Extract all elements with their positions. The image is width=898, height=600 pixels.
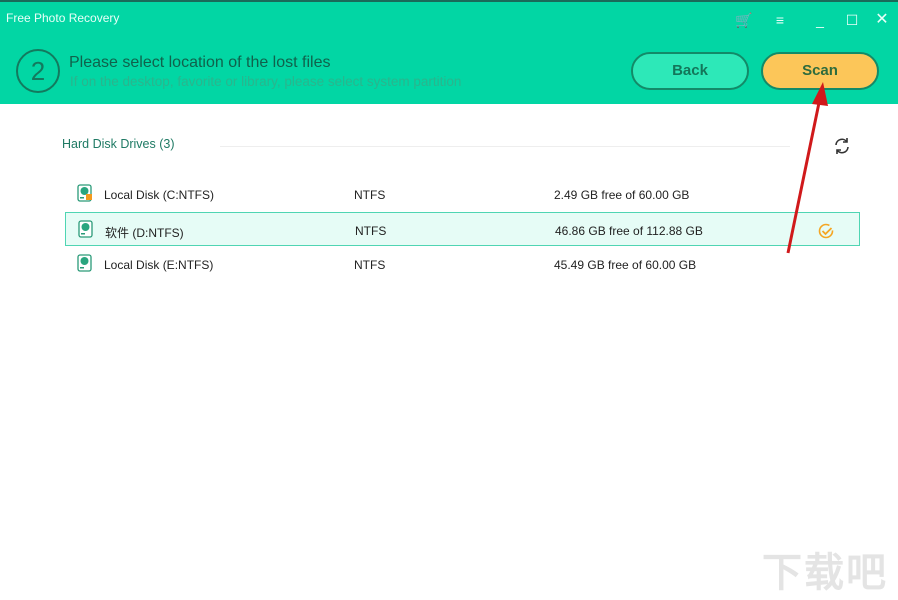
drive-space: 2.49 GB free of 60.00 GB	[554, 188, 690, 202]
drive-row[interactable]: Local Disk (E:NTFS) NTFS 45.49 GB free o…	[65, 247, 860, 281]
close-button[interactable]: ✕	[872, 10, 892, 30]
app-title: Free Photo Recovery	[6, 11, 120, 25]
drive-space: 46.86 GB free of 112.88 GB	[555, 224, 703, 238]
watermark: 下载吧	[762, 551, 888, 595]
drive-fs: NTFS	[354, 258, 386, 272]
scan-button[interactable]: Scan	[761, 52, 879, 90]
check-icon	[818, 223, 834, 239]
drive-fs: NTFS	[354, 188, 386, 202]
section-title: Hard Disk Drives (3)	[62, 137, 175, 151]
step-number: 2	[16, 49, 60, 93]
drive-fs: NTFS	[355, 224, 387, 238]
menu-icon[interactable]: ≡	[770, 10, 790, 30]
disk-icon	[78, 220, 93, 238]
drive-row[interactable]: 软件 (D:NTFS) NTFS 46.86 GB free of 112.88…	[65, 212, 860, 246]
page-title: Please select location of the lost files	[69, 54, 331, 71]
drive-name: Local Disk (C:NTFS)	[104, 188, 215, 202]
drive-name: 软件 (D:NTFS)	[105, 226, 184, 240]
refresh-icon[interactable]	[832, 136, 852, 156]
drive-row[interactable]: Local Disk (C:NTFS) NTFS 2.49 GB free of…	[65, 177, 860, 211]
divider	[220, 146, 790, 147]
minimize-button[interactable]: _	[810, 10, 830, 30]
cart-icon[interactable]: 🛒	[734, 10, 754, 30]
page-subtitle: If on the desktop, favorite or library, …	[70, 74, 462, 89]
disk-icon	[77, 254, 92, 272]
back-button[interactable]: Back	[631, 52, 749, 90]
drive-name: Local Disk (E:NTFS)	[104, 258, 214, 272]
maximize-button[interactable]: ☐	[842, 10, 862, 30]
system-disk-icon	[77, 184, 92, 202]
drive-space: 45.49 GB free of 60.00 GB	[554, 258, 697, 272]
header: Free Photo Recovery 🛒 ≡ _ ☐ ✕ 2 Please s…	[0, 0, 898, 104]
